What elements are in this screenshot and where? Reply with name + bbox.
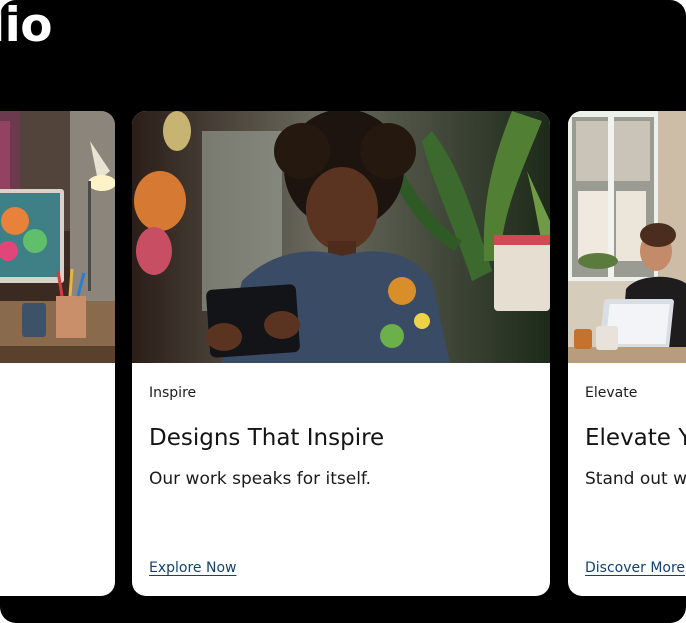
card-description: Our work speaks for itself.	[149, 469, 372, 489]
card-body	[0, 363, 105, 596]
card-title: Designs That Inspire	[149, 425, 385, 451]
carousel-card-1[interactable]	[0, 111, 115, 596]
card-cta-link[interactable]: Discover More	[585, 560, 685, 576]
carousel-card-2[interactable]: Inspire Designs That Inspire Our work sp…	[132, 111, 550, 596]
section-heading: lio	[0, 0, 53, 53]
carousel-card-3[interactable]: Elevate Elevate Y Stand out w Discover M…	[568, 111, 686, 596]
card-body: Inspire Designs That Inspire Our work sp…	[149, 363, 540, 596]
card-image	[132, 111, 550, 363]
card-description: Stand out w	[585, 469, 686, 489]
card-image	[0, 111, 115, 363]
card-image	[568, 111, 686, 363]
card-category: Inspire	[149, 385, 197, 401]
card-category: Elevate	[585, 385, 638, 401]
card-body: Elevate Elevate Y Stand out w Discover M…	[585, 363, 686, 596]
carousel-section: lio	[0, 0, 686, 623]
card-cta-link[interactable]: Explore Now	[149, 560, 236, 576]
card-title: Elevate Y	[585, 425, 686, 451]
